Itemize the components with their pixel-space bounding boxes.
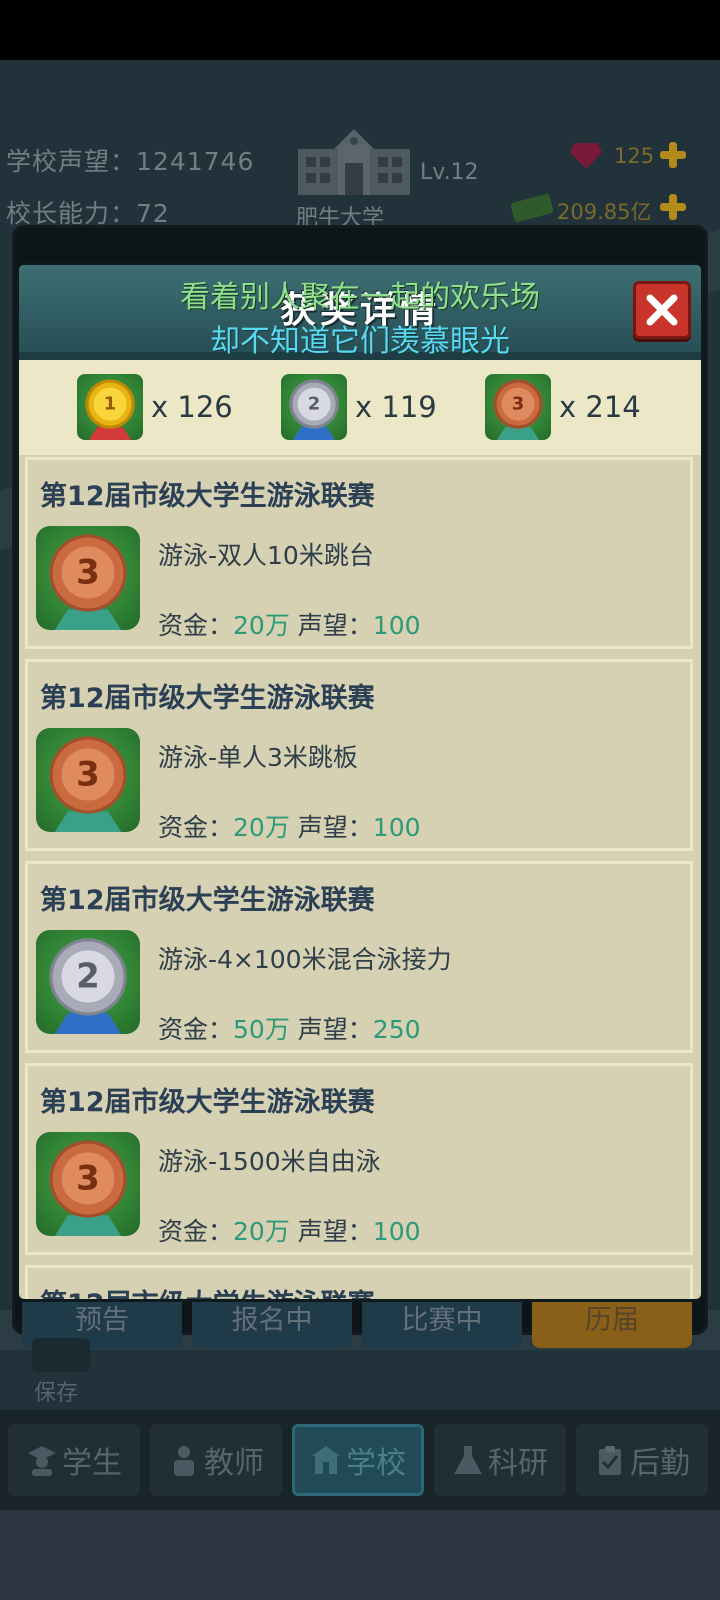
award-item: 第12届市级大学生游泳联赛	[25, 1265, 693, 1299]
student-icon	[28, 1446, 56, 1476]
overlay-lyric-line1: 看着别人聚在一起的欢乐场	[180, 280, 540, 315]
award-item: 第12届市级大学生游泳联赛 3 游泳-1500米自由泳 资金：20万 声望：10…	[25, 1063, 693, 1255]
nav-school-label: 学校	[346, 1446, 406, 1481]
award-item: 第12届市级大学生游泳联赛 3 游泳-双人10米跳台 资金：20万 声望：100	[25, 457, 693, 649]
system-nav-area	[0, 1510, 720, 1600]
nav-teachers[interactable]: 教师	[150, 1424, 282, 1496]
school-building-icon	[298, 129, 410, 195]
gold-count: x 126	[151, 390, 233, 424]
bronze-medal-icon: 3	[36, 1132, 140, 1236]
save-label[interactable]: 保存	[34, 1375, 78, 1407]
bronze-medal-icon: 3	[485, 374, 551, 440]
award-reward: 资金：20万 声望：100	[158, 1217, 421, 1246]
award-event: 游泳-4×100米混合泳接力	[158, 945, 452, 974]
silver-count: x 119	[355, 390, 437, 424]
tab-registering[interactable]: 报名中	[192, 1300, 352, 1348]
award-reward: 资金：50万 声望：250	[158, 1015, 421, 1044]
tab-history[interactable]: 历届	[532, 1300, 692, 1348]
reputation-label: 学校声望：	[6, 147, 137, 176]
award-title: 第12届市级大学生游泳联赛	[40, 885, 375, 916]
award-list[interactable]: 第12届市级大学生游泳联赛 3 游泳-双人10米跳台 资金：20万 声望：100…	[25, 457, 695, 1299]
status-bar	[0, 0, 720, 60]
gem-count: 125	[614, 144, 655, 168]
overlay-lyric-line2: 却不知道它们羡慕眼光	[210, 324, 510, 359]
nav-research[interactable]: 科研	[434, 1424, 566, 1496]
bronze-summary: 3 x 214	[485, 374, 641, 440]
award-event: 游泳-1500米自由泳	[158, 1147, 381, 1176]
medal-summary: 1 x 126 2 x 119 3 x 214	[19, 360, 701, 455]
bronze-medal-icon: 3	[36, 526, 140, 630]
award-event: 游泳-双人10米跳台	[158, 541, 374, 570]
nav-logistics-label: 后勤	[630, 1446, 690, 1481]
award-title: 第12届市级大学生游泳联赛	[40, 481, 375, 512]
research-icon	[454, 1446, 482, 1474]
gold-summary: 1 x 126	[77, 374, 233, 440]
silver-medal-icon: 2	[281, 374, 347, 440]
nav-students-label: 学生	[62, 1446, 122, 1481]
award-reward: 资金：20万 声望：100	[158, 813, 421, 842]
award-title: 第12届市级大学生游泳联赛	[40, 1087, 375, 1118]
tab-in-progress[interactable]: 比赛中	[362, 1300, 522, 1348]
reputation-stat: 学校声望：1241746	[6, 142, 254, 178]
nav-research-label: 科研	[488, 1446, 548, 1481]
award-event: 游泳-单人3米跳板	[158, 743, 358, 772]
teacher-icon	[174, 1446, 194, 1476]
bronze-medal-icon: 3	[36, 728, 140, 832]
add-money-button[interactable]	[658, 192, 688, 222]
school-icon	[312, 1446, 340, 1474]
money-count: 209.85亿	[557, 200, 652, 224]
gold-medal-icon: 1	[77, 374, 143, 440]
bronze-count: x 214	[559, 390, 641, 424]
award-item: 第12届市级大学生游泳联赛 2 游泳-4×100米混合泳接力 资金：50万 声望…	[25, 861, 693, 1053]
reputation-value: 1241746	[136, 147, 255, 176]
award-reward: 资金：20万 声望：100	[158, 611, 421, 640]
ability-value: 72	[136, 199, 170, 228]
nav-students[interactable]: 学生	[8, 1424, 140, 1496]
add-gems-button[interactable]	[658, 140, 688, 170]
award-title: 第12届市级大学生游泳联赛	[40, 1282, 375, 1299]
save-icon[interactable]	[32, 1338, 90, 1372]
school-level: Lv.12	[420, 160, 479, 185]
ability-label: 校长能力：	[6, 199, 137, 228]
competition-tabs: 预告 报名中 比赛中 历届	[22, 1300, 702, 1350]
logistics-icon	[599, 1446, 621, 1475]
nav-teachers-label: 教师	[204, 1446, 264, 1481]
bottom-nav: 学生 教师 学校 科研 后勤	[0, 1410, 720, 1510]
nav-logistics[interactable]: 后勤	[576, 1424, 708, 1496]
award-item: 第12届市级大学生游泳联赛 3 游泳-单人3米跳板 资金：20万 声望：100	[25, 659, 693, 851]
award-details-modal: 获奖详情 1 x 126 2 x 119 3 x 214 第12届市级大学生游泳…	[16, 262, 704, 1302]
silver-medal-icon: 2	[36, 930, 140, 1034]
silver-summary: 2 x 119	[281, 374, 437, 440]
nav-school[interactable]: 学校	[292, 1424, 424, 1496]
award-title: 第12届市级大学生游泳联赛	[40, 683, 375, 714]
